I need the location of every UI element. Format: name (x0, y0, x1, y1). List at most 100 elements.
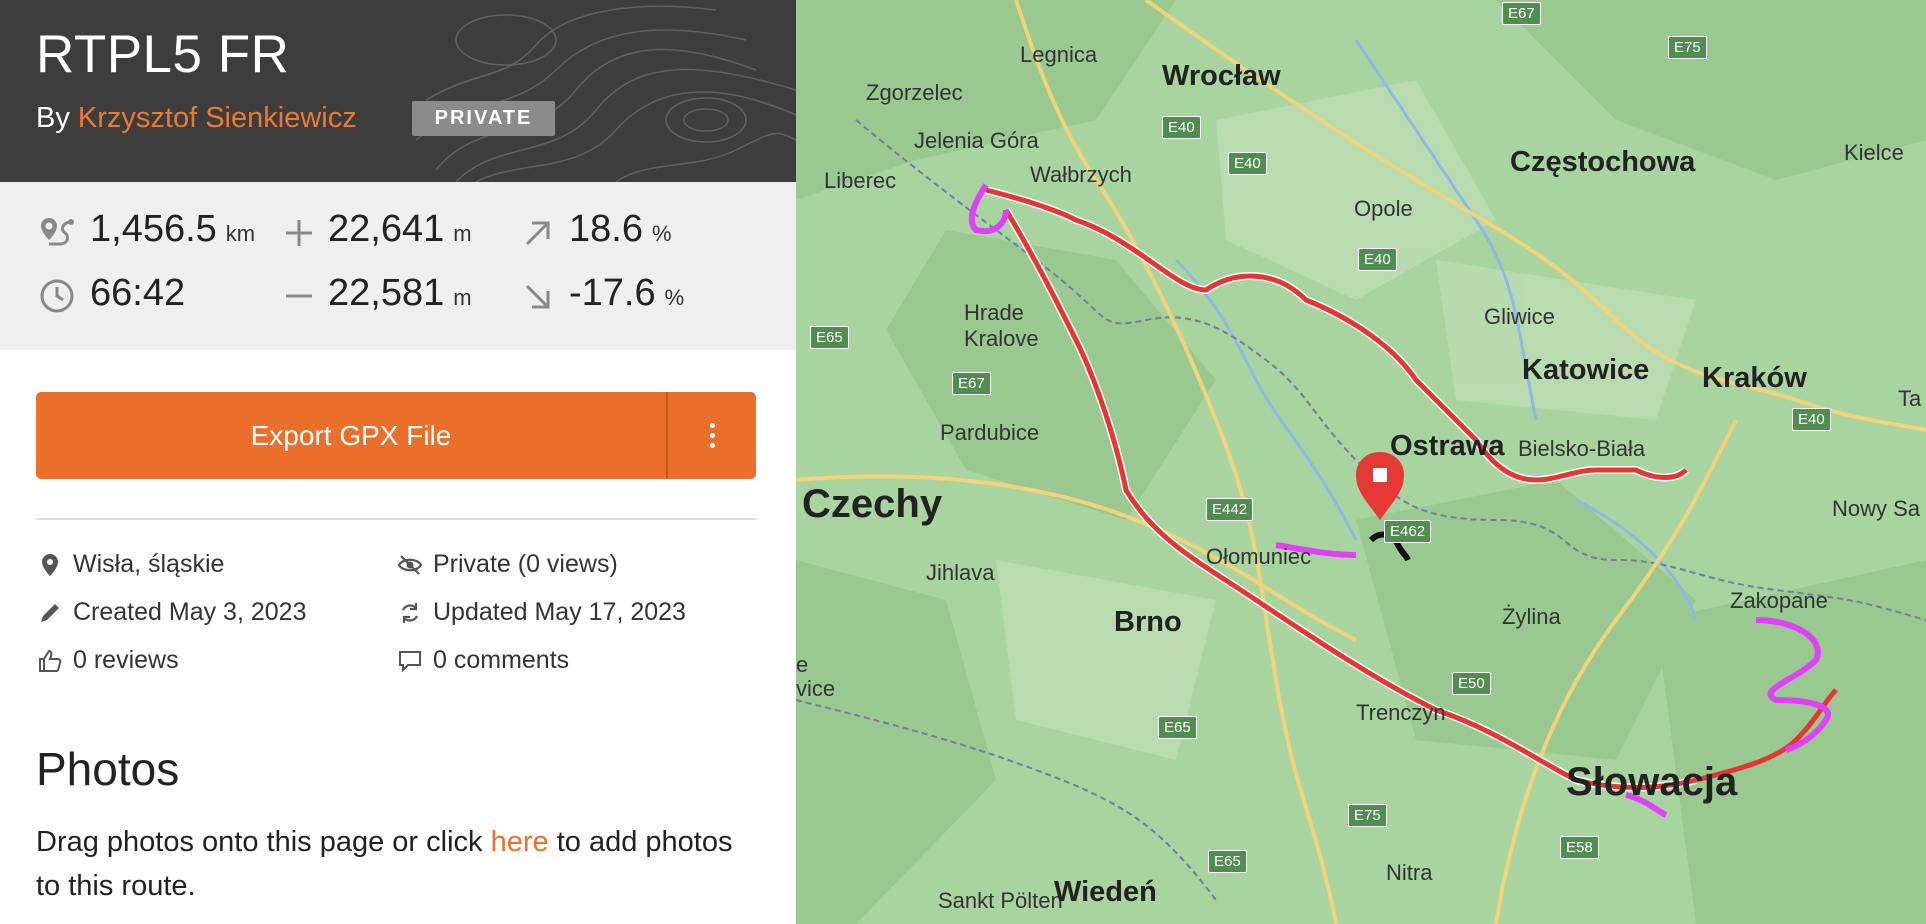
minus-icon (286, 294, 312, 298)
map-label: Słowacja (1566, 760, 1738, 804)
comment-icon (399, 650, 421, 672)
divider (36, 518, 756, 520)
comments-text: 0 comments (433, 646, 570, 674)
map-label: Zakopane (1730, 588, 1828, 613)
max-grade-value: 18.6 (569, 208, 643, 250)
privacy-badge: PRIVATE (412, 101, 555, 136)
map-label: Nitra (1386, 860, 1433, 885)
topo-pattern-icon (416, 5, 796, 182)
max-grade-stat: 18.6 % (569, 208, 672, 251)
reviews-text: 0 reviews (73, 646, 179, 674)
map-label: Ołomuniec (1206, 544, 1312, 569)
export-button-group: Export GPX File (36, 392, 756, 479)
byline: By Krzysztof Sienkiewicz (36, 102, 357, 135)
comments-meta[interactable]: 0 comments (396, 646, 569, 675)
export-gpx-button[interactable]: Export GPX File (36, 392, 666, 479)
road-shield: E65 (810, 326, 849, 349)
map-label: Kielce (1844, 140, 1904, 165)
elevation-loss-unit: m (453, 285, 472, 310)
map-label: Hrade Kralove (964, 300, 1039, 351)
pencil-icon (41, 603, 59, 622)
min-grade-stat: -17.6 % (569, 272, 684, 315)
map-label: Brno (1114, 606, 1182, 638)
map-label: Ostrawa (1390, 430, 1505, 462)
arrow-down-right-icon (525, 284, 550, 309)
elevation-gain-unit: m (453, 221, 472, 246)
road-shield: E67 (1502, 2, 1541, 25)
visibility-meta: Private (0 views) (396, 550, 618, 579)
map-label: Częstochowa (1510, 146, 1696, 178)
distance-stat: 1,456.5 km (90, 208, 255, 251)
road-shield: E58 (1560, 836, 1599, 859)
map-label: Jelenia Góra (914, 128, 1039, 153)
thumbs-up-icon (39, 649, 62, 672)
map-label: Gliwice (1484, 304, 1555, 329)
map-label: Katowice (1522, 354, 1650, 386)
map-label: Czechy (802, 482, 943, 526)
distance-value: 1,456.5 (90, 208, 217, 250)
location-text: Wisła, śląskie (73, 550, 225, 578)
road-shield: E65 (1158, 716, 1197, 739)
elevation-loss-value: 22,581 (328, 272, 445, 314)
map-label: Pardubice (940, 420, 1040, 445)
elevation-gain-stat: 22,641 m (328, 208, 472, 251)
clock-icon (40, 279, 74, 313)
map-label: Jihlava (926, 560, 995, 585)
visibility-text: Private (0 views) (433, 550, 618, 578)
author-link[interactable]: Krzysztof Sienkiewicz (78, 102, 357, 134)
min-grade-unit: % (664, 285, 685, 310)
plus-icon (286, 220, 312, 246)
map-label: e (796, 652, 809, 677)
road-shield: E50 (1452, 672, 1491, 695)
eye-off-icon (397, 554, 423, 575)
road-shield: E462 (1384, 520, 1432, 543)
map-label: Liberec (824, 168, 897, 193)
stats-bar: 1,456.5 km 22,641 m 18.6 % 66:42 22,581 … (0, 182, 796, 350)
route-details-panel: RTPL5 FR By Krzysztof Sienkiewicz PRIVAT… (0, 0, 796, 924)
time-stat: 66:42 (90, 272, 185, 315)
road-shield: E75 (1348, 804, 1387, 827)
map-label: Wiedeń (1054, 876, 1157, 908)
location-meta: Wisła, śląskie (36, 550, 224, 579)
dot-icon (710, 433, 715, 438)
map-label: Nowy Sa (1832, 496, 1921, 521)
created-text: Created May 3, 2023 (73, 598, 307, 626)
add-photos-link[interactable]: here (491, 826, 549, 858)
reviews-meta[interactable]: 0 reviews (36, 646, 179, 675)
route-icon (41, 218, 74, 246)
road-shield: E40 (1228, 152, 1267, 175)
road-shield: E67 (952, 372, 991, 395)
more-options-button[interactable] (668, 392, 756, 479)
road-shield: E40 (1162, 116, 1201, 139)
updated-text: Updated May 17, 2023 (433, 598, 686, 626)
created-meta: Created May 3, 2023 (36, 598, 306, 627)
map-label: Bielsko-Biała (1518, 436, 1646, 461)
elevation-loss-stat: 22,581 m (328, 272, 472, 315)
route-title: RTPL5 FR (36, 25, 290, 84)
map-label: Żylina (1502, 604, 1561, 629)
road-shield: E65 (1208, 850, 1247, 873)
photos-heading: Photos (36, 743, 180, 795)
map-label: Sankt Pölten (938, 888, 1063, 913)
distance-unit: km (225, 221, 256, 246)
map-label: vice (796, 676, 836, 701)
map-label: Trenczyn (1356, 700, 1446, 725)
map-label: Kraków (1702, 362, 1807, 394)
refresh-icon (402, 602, 418, 623)
min-grade-value: -17.6 (569, 272, 656, 314)
route-map[interactable]: Legnica Wrocław Zgorzelec Jelenia Góra W… (796, 0, 1926, 924)
map-label: Ta (1898, 386, 1922, 411)
dot-icon (710, 443, 715, 448)
time-value: 66:42 (90, 272, 186, 314)
map-label: Legnica (1020, 42, 1098, 67)
road-shield: E40 (1358, 248, 1397, 271)
map-label: Zgorzelec (866, 80, 963, 105)
dot-icon (710, 423, 715, 428)
location-pin-icon (42, 553, 58, 576)
map-label: Wrocław (1162, 60, 1281, 92)
by-label: By (36, 102, 70, 134)
route-header: RTPL5 FR By Krzysztof Sienkiewicz PRIVAT… (0, 0, 796, 182)
photos-text-before: Drag photos onto this page or click (36, 826, 491, 858)
map-label: Opole (1354, 196, 1413, 221)
updated-meta: Updated May 17, 2023 (396, 598, 686, 627)
